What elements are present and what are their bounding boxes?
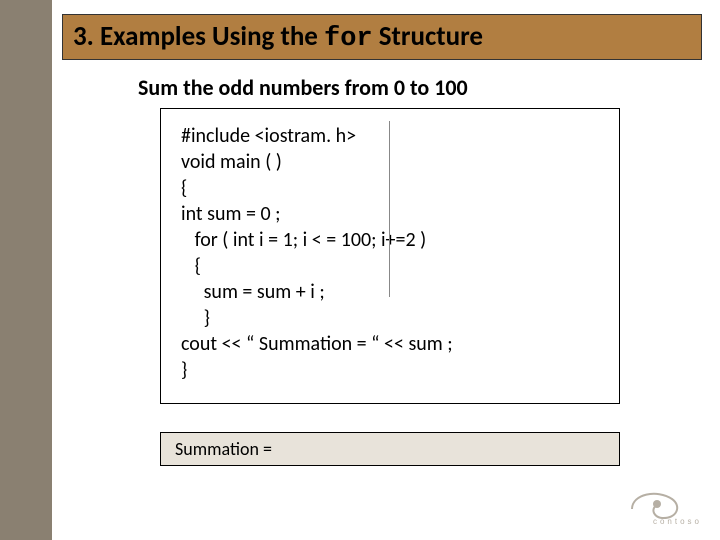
output-label: Summation = bbox=[175, 438, 272, 460]
logo-brand-text: contoso bbox=[653, 517, 702, 526]
code-content: #include <iostram. h> void main ( ) { in… bbox=[181, 124, 453, 382]
title-prefix: 3. Examples Using the bbox=[73, 20, 324, 53]
slide-body: 3. Examples Using the for Structure Sum … bbox=[52, 0, 720, 540]
output-box: Summation = bbox=[160, 432, 620, 466]
slide-subtitle: Sum the odd numbers from 0 to 100 bbox=[138, 74, 468, 101]
code-box: #include <iostram. h> void main ( ) { in… bbox=[160, 108, 620, 404]
slide-title-band: 3. Examples Using the for Structure bbox=[62, 14, 702, 60]
slide-title: 3. Examples Using the for Structure bbox=[73, 20, 483, 54]
title-mono-keyword: for bbox=[324, 24, 373, 54]
code-divider-line bbox=[389, 121, 390, 297]
title-suffix: Structure bbox=[373, 20, 483, 53]
footer-logo: contoso bbox=[612, 480, 702, 528]
left-accent-stripe bbox=[0, 0, 52, 540]
